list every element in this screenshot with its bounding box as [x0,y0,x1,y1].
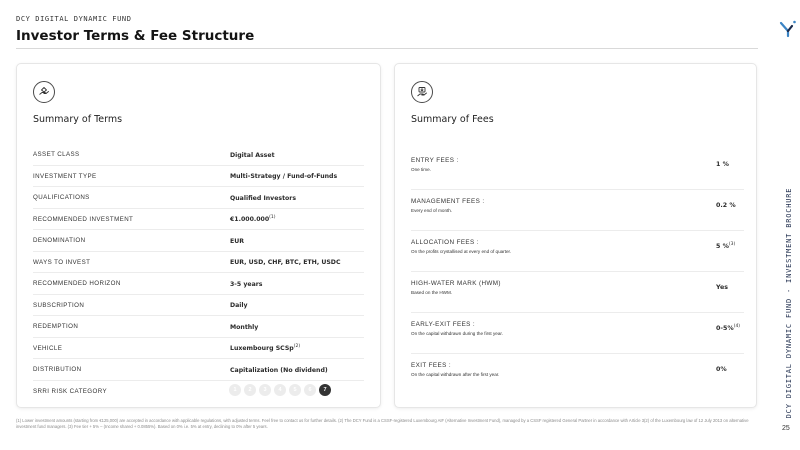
fee-value: Yes [716,284,729,292]
term-row-ways-to-invest: WAYS TO INVEST EUR, USD, CHF, BTC, ETH, … [33,252,364,273]
term-row-vehicle: VEHICLE Luxembourg SCSp(2) [33,338,364,359]
fee-row-management: MANAGEMENT FEES : Every end of month. 0.… [411,190,744,231]
term-row-recommended-horizon: RECOMMENDED HORIZON 3-5 years [33,273,364,295]
term-value: EUR, USD, CHF, BTC, ETH, USDC [230,259,341,267]
term-label: QUALIFICATIONS [33,194,90,201]
term-row-investment-type: INVESTMENT TYPE Multi-Strategy / Fund-of… [33,166,364,187]
term-row-srri: SRRI RISK CATEGORY 1 2 3 4 5 6 7 [33,381,364,403]
fee-description: On the capital withdrawn during the firs… [411,331,503,336]
fee-description: Every end of month. [411,208,453,213]
brochure-side-label: DCY DIGITAL DYNAMIC FUND - INVESTMENT BR… [785,187,793,418]
fee-label: MANAGEMENT FEES : [411,198,485,205]
term-value: Monthly [230,323,259,331]
term-label: DISTRIBUTION [33,366,82,373]
fee-value: 0.2 % [716,202,736,210]
term-label: RECOMMENDED INVESTMENT [33,215,134,223]
term-row-denomination: DENOMINATION EUR [33,230,364,252]
footnote: (1) Lower investment amounts (starting f… [16,418,749,429]
fund-kicker: DCY DIGITAL DYNAMIC FUND [16,15,132,23]
fee-description: On the capital withdrawn after the first… [411,372,500,377]
fee-label: EXIT FEES : [411,362,451,369]
title-divider [16,48,758,49]
term-value: Daily [230,302,248,310]
hand-coin-icon [33,81,55,103]
fee-description: On the profits crystallised at every end… [411,249,512,254]
terms-list: ASSET CLASS Digital Asset INVESTMENT TYP… [33,144,364,402]
term-value: Luxembourg SCSp(2) [230,344,301,353]
term-row-recommended-investment: RECOMMENDED INVESTMENT €1.000.000(1) [33,209,364,230]
fee-value: 1 % [716,161,729,169]
term-label: INVESTMENT TYPE [33,172,97,180]
fee-label: EARLY-EXIT FEES : [411,321,476,328]
term-value: €1.000.000(1) [230,215,276,224]
fee-label: HIGH-WATER MARK (HWM) [411,280,501,287]
brand-logo-icon [779,20,796,38]
term-value: EUR [230,237,245,245]
terms-card: Summary of Terms ASSET CLASS Digital Ass… [16,63,381,408]
srri-level: 1 [229,383,241,396]
fee-label: ALLOCATION FEES : [411,239,479,246]
fee-row-hwm: HIGH-WATER MARK (HWM) Based on the HWM. … [411,272,744,313]
term-label: VEHICLE [33,344,63,352]
term-value: 3-5 years [230,280,263,288]
fee-row-early-exit: EARLY-EXIT FEES : On the capital withdra… [411,313,744,354]
term-label: DENOMINATION [33,237,86,244]
term-value: Digital Asset [230,151,275,159]
term-label: REDEMPTION [33,323,79,330]
term-value: Qualified Investors [230,194,297,202]
term-label: ASSET CLASS [33,151,80,158]
srri-level: 5 [289,383,301,396]
fees-list: ENTRY FEES : One time. 1 % MANAGEMENT FE… [411,149,744,395]
fee-value: 0% [716,366,727,374]
srri-level: 2 [244,383,256,396]
srri-level: 7 [319,383,331,396]
srri-level: 4 [274,383,286,396]
term-label: WAYS TO INVEST [33,258,91,266]
fee-label: ENTRY FEES : [411,157,459,164]
term-row-asset-class: ASSET CLASS Digital Asset [33,144,364,166]
term-value: Multi-Strategy / Fund-of-Funds [230,173,338,181]
fee-description: One time. [411,167,431,172]
money-hand-icon [411,81,433,103]
terms-title: Summary of Terms [33,114,123,125]
term-label: RECOMMENDED HORIZON [33,280,121,287]
term-row-qualifications: QUALIFICATIONS Qualified Investors [33,187,364,209]
fees-card: Summary of Fees ENTRY FEES : One time. 1… [394,63,757,408]
fee-value: 5 %(3) [716,242,736,251]
srri-level: 3 [259,383,271,396]
term-row-redemption: REDEMPTION Monthly [33,316,364,338]
fee-row-exit: EXIT FEES : On the capital withdrawn aft… [411,354,744,395]
fee-description: Based on the HWM. [411,290,453,295]
term-row-subscription: SUBSCRIPTION Daily [33,295,364,316]
page-number: 25 [782,425,790,432]
fee-value: 0-5%(4) [716,324,741,333]
term-row-distribution: DISTRIBUTION Capitalization (No dividend… [33,359,364,381]
page-title: Investor Terms & Fee Structure [16,28,255,44]
fee-row-allocation: ALLOCATION FEES : On the profits crystal… [411,231,744,272]
term-value: Capitalization (No dividend) [230,366,328,374]
term-label: SUBSCRIPTION [33,301,85,309]
fee-row-entry: ENTRY FEES : One time. 1 % [411,149,744,190]
srri-level: 6 [304,383,316,396]
srri-scale: 1 2 3 4 5 6 7 [229,383,331,396]
fees-title: Summary of Fees [411,114,494,125]
term-label: SRRI RISK CATEGORY [33,387,108,395]
